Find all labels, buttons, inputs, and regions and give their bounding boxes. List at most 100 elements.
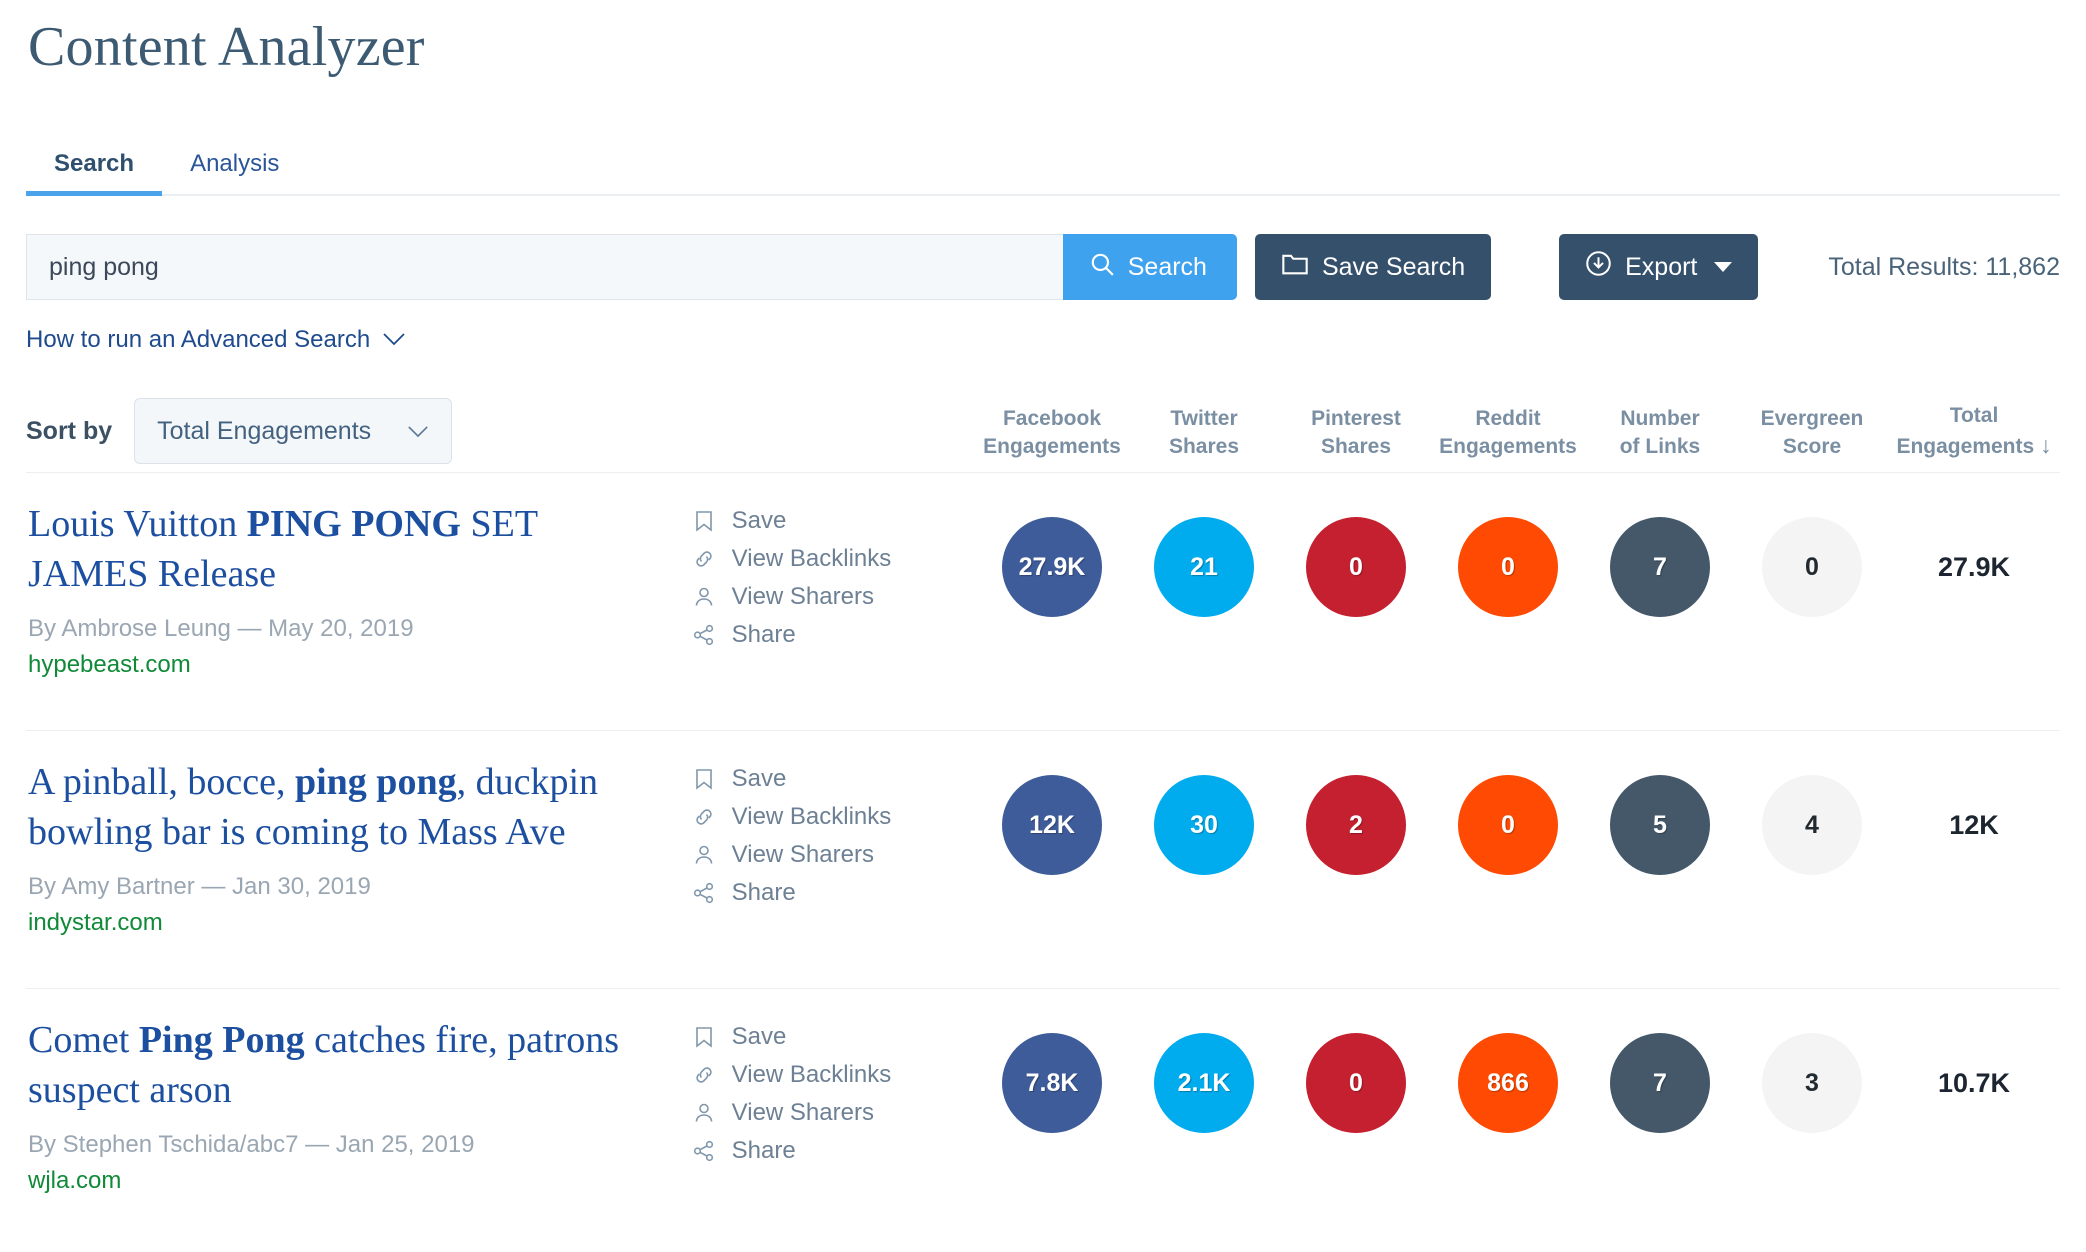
action-view-sharers[interactable]: View Sharers — [692, 843, 976, 867]
search-button[interactable]: Search — [1062, 234, 1237, 300]
search-button-label: Search — [1127, 252, 1207, 281]
sort-by-label: Sort by — [26, 416, 113, 445]
metric-bubble-pinterest[interactable]: 2 — [1306, 775, 1406, 875]
person-icon — [692, 1101, 716, 1125]
metric-bubble-facebook[interactable]: 12K — [1002, 775, 1102, 875]
metric-bubble-links[interactable]: 5 — [1610, 775, 1710, 875]
column-header-facebook[interactable]: Facebook Engagements — [976, 405, 1128, 460]
action-save[interactable]: Save — [692, 509, 976, 533]
metric-bubble-evergreen[interactable]: 3 — [1762, 1033, 1862, 1133]
result-actions: Save View Backlinks View Sharers Share — [692, 757, 976, 919]
metric-bubble-facebook[interactable]: 27.9K — [1002, 517, 1102, 617]
column-header-reddit[interactable]: Reddit Engagements — [1432, 405, 1584, 460]
column-header-total[interactable]: Total Engagements ↓ — [1888, 402, 2060, 460]
action-save[interactable]: Save — [692, 767, 976, 791]
action-view-backlinks[interactable]: View Backlinks — [692, 805, 976, 829]
metric-total-value: 27.9K — [1937, 552, 2011, 582]
chevron-down-icon — [407, 417, 429, 446]
save-search-button[interactable]: Save Search — [1254, 234, 1492, 300]
sort-by-select[interactable]: Total Engagements — [134, 398, 453, 464]
result-title-link[interactable]: Comet Ping Pong catches fire, patrons su… — [28, 1015, 652, 1115]
chevron-down-icon — [1714, 262, 1733, 272]
column-header-line1: Facebook — [1002, 406, 1102, 430]
column-header-line1: Evergreen — [1760, 406, 1864, 430]
person-icon — [692, 843, 716, 867]
advanced-search-label: How to run an Advanced Search — [26, 326, 371, 353]
metric-bubble-evergreen[interactable]: 4 — [1762, 775, 1862, 875]
metric-bubble-facebook[interactable]: 7.8K — [1002, 1033, 1102, 1133]
result-title-highlight: PING PONG — [246, 503, 461, 545]
metric-cell-facebook: 12K — [976, 775, 1128, 875]
result-domain-link[interactable]: hypebeast.com — [28, 651, 652, 679]
action-view-backlinks[interactable]: View Backlinks — [692, 547, 976, 571]
result-metrics: 27.9K 21 0 0 7 0 27.9K — [976, 499, 2060, 617]
result-title-link[interactable]: A pinball, bocce, ping pong, duckpin bow… — [28, 757, 652, 857]
action-label: View Backlinks — [731, 545, 892, 572]
link-icon — [692, 805, 716, 829]
metric-cell-links: 5 — [1584, 775, 1736, 875]
column-header-pinterest[interactable]: Pinterest Shares — [1280, 405, 1432, 460]
metric-cell-reddit: 0 — [1432, 517, 1584, 617]
advanced-search-toggle[interactable]: How to run an Advanced Search — [26, 326, 406, 354]
result-title-link[interactable]: Louis Vuitton PING PONG SET JAMES Releas… — [28, 499, 652, 599]
metric-bubble-links[interactable]: 7 — [1610, 517, 1710, 617]
metric-bubble-reddit[interactable]: 0 — [1458, 517, 1558, 617]
action-view-sharers[interactable]: View Sharers — [692, 1101, 976, 1125]
metric-cell-reddit: 0 — [1432, 775, 1584, 875]
tab-bar: Search Analysis — [26, 134, 2060, 196]
result-title-text: A pinball, bocce, — [28, 761, 295, 803]
total-results: Total Results: 11,862 — [1828, 252, 2060, 281]
metric-bubble-reddit[interactable]: 0 — [1458, 775, 1558, 875]
metric-cell-pinterest: 0 — [1280, 517, 1432, 617]
metric-cell-pinterest: 2 — [1280, 775, 1432, 875]
search-input[interactable] — [26, 234, 1063, 300]
metric-cell-facebook: 27.9K — [976, 517, 1128, 617]
action-label: View Sharers — [731, 1099, 874, 1126]
metric-bubble-twitter[interactable]: 21 — [1154, 517, 1254, 617]
metric-total-value: 10.7K — [1937, 1068, 2011, 1098]
action-label: Share — [731, 1137, 796, 1164]
action-view-backlinks[interactable]: View Backlinks — [692, 1063, 976, 1087]
metric-bubble-evergreen[interactable]: 0 — [1762, 517, 1862, 617]
metric-bubble-pinterest[interactable]: 0 — [1306, 1033, 1406, 1133]
action-label: View Backlinks — [731, 803, 892, 830]
result-byline: By Stephen Tschida/abc7 — Jan 25, 2019 — [28, 1131, 475, 1159]
export-button[interactable]: Export — [1559, 234, 1759, 300]
column-header-line1: Twitter — [1170, 406, 1238, 430]
folder-icon — [1281, 251, 1309, 284]
result-main: Louis Vuitton PING PONG SET JAMES Releas… — [26, 499, 652, 679]
column-header-evergreen[interactable]: Evergreen Score — [1736, 405, 1888, 460]
sort-by-value: Total Engagements — [157, 416, 372, 445]
column-header-links[interactable]: Number of Links — [1584, 405, 1736, 460]
metric-bubble-reddit[interactable]: 866 — [1458, 1033, 1558, 1133]
column-header-twitter[interactable]: Twitter Shares — [1128, 405, 1280, 460]
result-domain-link[interactable]: indystar.com — [28, 909, 652, 937]
result-domain-link[interactable]: wjla.com — [28, 1167, 652, 1195]
share-nodes-icon — [692, 623, 716, 647]
result-metrics: 12K 30 2 0 5 4 12K — [976, 757, 2060, 875]
action-view-sharers[interactable]: View Sharers — [692, 585, 976, 609]
metric-bubble-links[interactable]: 7 — [1610, 1033, 1710, 1133]
metric-cell-links: 7 — [1584, 517, 1736, 617]
column-header-line2: Engagements — [983, 434, 1121, 458]
content-analyzer-page: Content Analyzer Search Analysis Search … — [0, 6, 2086, 1247]
tab-search[interactable]: Search — [26, 150, 163, 196]
metric-bubble-pinterest[interactable]: 0 — [1306, 517, 1406, 617]
action-share[interactable]: Share — [692, 623, 976, 647]
export-label: Export — [1625, 252, 1698, 281]
result-title-highlight: ping pong — [294, 761, 457, 803]
metric-cell-reddit: 866 — [1432, 1033, 1584, 1133]
result-metrics: 7.8K 2.1K 0 866 7 3 10.7K — [976, 1015, 2060, 1133]
column-header-line2: Shares — [1320, 434, 1392, 458]
bookmark-icon — [692, 1025, 716, 1049]
metric-bubble-twitter[interactable]: 2.1K — [1154, 1033, 1254, 1133]
metric-cell-evergreen: 0 — [1736, 517, 1888, 617]
action-share[interactable]: Share — [692, 1139, 976, 1163]
result-main: A pinball, bocce, ping pong, duckpin bow… — [26, 757, 652, 937]
column-header-line2: Engagements — [1439, 434, 1577, 458]
result-actions: Save View Backlinks View Sharers Share — [692, 499, 976, 661]
metric-bubble-twitter[interactable]: 30 — [1154, 775, 1254, 875]
action-share[interactable]: Share — [692, 881, 976, 905]
action-save[interactable]: Save — [692, 1025, 976, 1049]
tab-analysis[interactable]: Analysis — [162, 150, 307, 194]
